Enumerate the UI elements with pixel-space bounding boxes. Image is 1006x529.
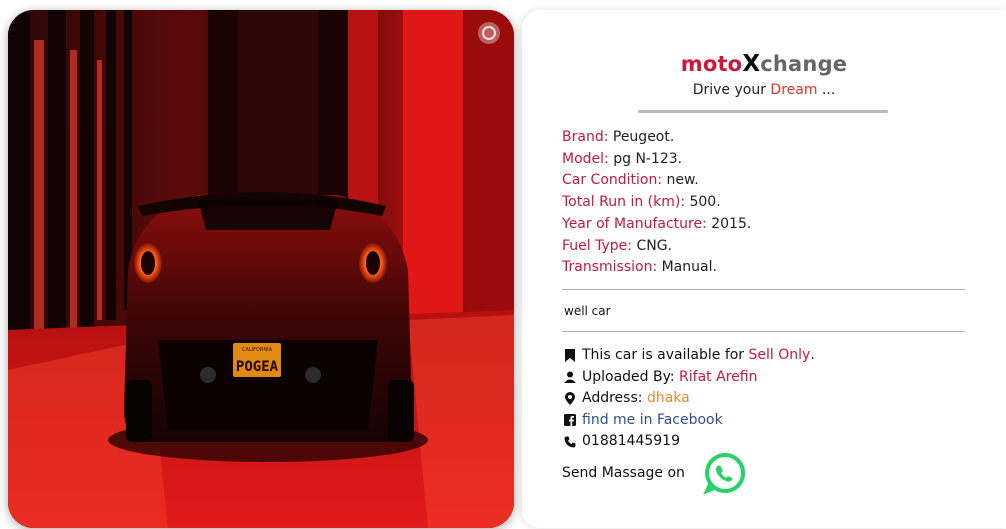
spec-row-fuel: Fuel Type: CNG. bbox=[562, 236, 982, 258]
listing-info-panel: motoXchange Drive your Dream ... Brand: … bbox=[522, 10, 1006, 528]
image-zoom-icon[interactable] bbox=[478, 22, 500, 44]
car-photo: CALIFORNIA POGEA bbox=[8, 10, 514, 528]
spec-value: 500. bbox=[685, 194, 721, 211]
uploader-label: Uploaded By: bbox=[582, 368, 675, 385]
tagline-prefix: Drive your bbox=[692, 82, 771, 98]
address-label: Address: bbox=[582, 390, 643, 406]
brand-logo-part3: change bbox=[760, 52, 848, 76]
availability-row: This car is available for Sell Only. bbox=[562, 345, 982, 367]
title-divider bbox=[638, 110, 888, 113]
phone-number: 01881445919 bbox=[582, 433, 680, 449]
availability-text: This car is available for bbox=[582, 347, 745, 363]
user-icon bbox=[562, 369, 578, 385]
brand-logo-part2: X bbox=[742, 51, 761, 77]
description-divider-bottom bbox=[562, 331, 965, 332]
spec-row-model: Model: pg N-123. bbox=[562, 149, 982, 171]
facebook-icon bbox=[562, 412, 578, 428]
spec-row-condition: Car Condition: new. bbox=[562, 170, 982, 192]
address-value: dhaka bbox=[646, 390, 690, 406]
spec-label: Transmission: bbox=[562, 259, 658, 276]
car-description: well car bbox=[564, 304, 611, 318]
uploader-row: Uploaded By: Rifat Arefin bbox=[562, 367, 982, 389]
car-specs-list: Brand: Peugeot. Model: pg N-123. Car Con… bbox=[562, 127, 982, 279]
spec-row-brand: Brand: Peugeot. bbox=[562, 127, 982, 149]
brand-logo: motoXchange bbox=[522, 51, 1006, 77]
map-pin-icon bbox=[562, 391, 578, 407]
send-message-row: Send Massage on bbox=[562, 452, 751, 494]
spec-label: Brand: bbox=[562, 129, 609, 145]
plate-top-text: CALIFORNIA bbox=[242, 347, 273, 353]
description-divider-top bbox=[562, 289, 965, 290]
spec-row-year: Year of Manufacture: 2015. bbox=[562, 214, 982, 236]
spec-value: 2015. bbox=[706, 215, 752, 232]
tagline-highlight: Dream bbox=[770, 82, 818, 98]
send-message-label: Send Massage on bbox=[562, 465, 685, 481]
plate-main-text: POGEA bbox=[236, 359, 279, 375]
facebook-link[interactable]: find me in Facebook bbox=[582, 410, 723, 432]
spec-value: Peugeot. bbox=[608, 129, 675, 145]
phone-row: 01881445919 bbox=[562, 431, 982, 453]
brand-logo-part1: moto bbox=[680, 52, 743, 76]
spec-label: Year of Manufacture: bbox=[562, 215, 707, 232]
availability-suffix: . bbox=[810, 347, 815, 363]
seller-details: This car is available for Sell Only. Upl… bbox=[562, 345, 982, 453]
spec-value: CNG. bbox=[632, 237, 672, 254]
whatsapp-icon[interactable] bbox=[699, 452, 751, 494]
spec-value: Manual. bbox=[657, 259, 717, 276]
tagline: Drive your Dream ... bbox=[522, 82, 1006, 98]
phone-icon bbox=[562, 434, 578, 450]
uploader-name: Rifat Arefin bbox=[679, 368, 758, 385]
spec-value: pg N-123. bbox=[608, 150, 683, 167]
spec-row-transmission: Transmission: Manual. bbox=[562, 257, 982, 279]
bookmark-icon bbox=[562, 348, 578, 364]
address-row: Address: dhaka bbox=[562, 388, 982, 410]
facebook-row[interactable]: find me in Facebook bbox=[562, 410, 982, 432]
spec-row-total-run: Total Run in (km): 500. bbox=[562, 192, 982, 214]
tagline-suffix: ... bbox=[817, 82, 836, 98]
spec-label: Fuel Type: bbox=[562, 237, 632, 254]
spec-label: Car Condition: bbox=[562, 172, 663, 189]
availability-value: Sell Only bbox=[748, 347, 811, 363]
spec-label: Total Run in (km): bbox=[562, 194, 686, 211]
spec-value: new. bbox=[662, 172, 699, 189]
spec-label: Model: bbox=[562, 150, 609, 167]
